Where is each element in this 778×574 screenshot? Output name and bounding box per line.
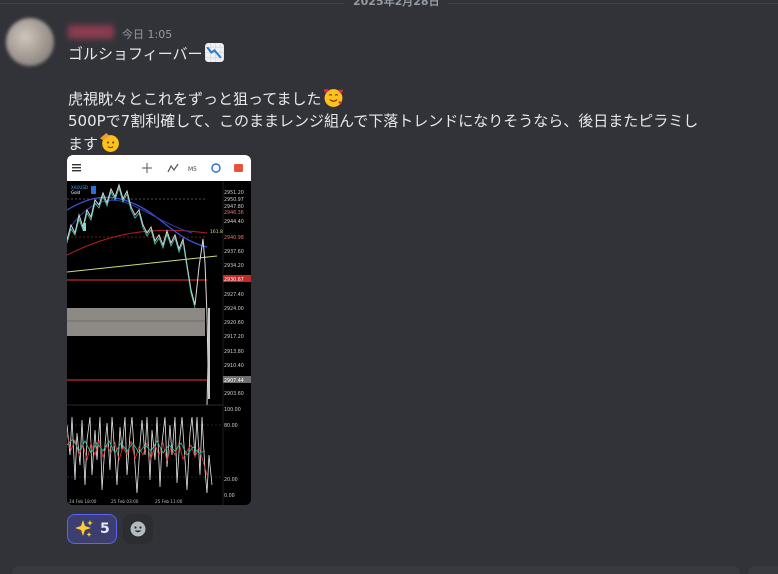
chart-decreasing-icon (204, 43, 224, 62)
fibo-level-label: 161.8 (210, 229, 223, 235)
price-label: 2940.98 (224, 235, 244, 241)
smiling-face-with-hearts-icon (323, 89, 343, 107)
time-label: 25 Feb 03:00 (111, 499, 139, 504)
osc-label: 80.00 (224, 423, 238, 429)
saluting-face-icon (100, 133, 119, 152)
add-reaction-button[interactable] (123, 514, 153, 544)
price-label: 2947.80 (224, 204, 244, 210)
message-text: ゴルショフィーバー (68, 45, 203, 63)
message-line-1: ゴルショフィーバー (68, 42, 225, 65)
message-text: 虎視眈々とこれをずっと狙ってました (68, 90, 322, 108)
price-label: 2907.44 (224, 378, 244, 384)
symbol-sub-label: Gold (71, 190, 81, 195)
sparkles-icon (75, 520, 93, 537)
price-label: 2930.67 (224, 277, 244, 283)
price-label: 2924.00 (224, 306, 244, 312)
add-reaction-icon (130, 521, 146, 537)
menu-icon (72, 164, 81, 172)
trade-icon (234, 164, 243, 172)
price-label: 2944.40 (224, 219, 244, 225)
trading-chart: M5 XAUUSD Gold 161.8 2951.20 2950.97 294… (67, 155, 251, 505)
reaction-sparkles[interactable]: 5 (67, 514, 117, 544)
price-label: 2937.60 (224, 249, 244, 255)
price-label: 2934.20 (224, 263, 244, 269)
message-line-4: ます (68, 132, 120, 155)
price-label: 2917.20 (224, 334, 244, 340)
username-redacted[interactable] (68, 25, 114, 39)
message-composer[interactable] (12, 566, 740, 574)
time-label: 24 Feb 18:00 (69, 499, 97, 504)
message-line-3: 500Pで7割利確して、このままレンジ組んで下落トレンドになりそうなら、後日また… (68, 112, 699, 130)
price-label: 2913.80 (224, 349, 244, 355)
date-divider-label: 2025年2月28日 (345, 0, 448, 9)
price-label: 2951.20 (224, 190, 244, 196)
price-label: 2950.97 (224, 197, 244, 203)
message-line-2: 虎視眈々とこれをずっと狙ってました (68, 87, 344, 110)
composer-side-panel (748, 566, 778, 574)
osc-label: 0.00 (224, 493, 235, 499)
price-label: 2910.40 (224, 363, 244, 369)
date-divider: 2025年2月28日 (0, 0, 778, 9)
price-label: 2920.60 (224, 320, 244, 326)
price-label: 2927.40 (224, 292, 244, 298)
message-timestamp[interactable]: 今日 1:05 (122, 26, 172, 42)
chart-screenshot-attachment[interactable]: M5 XAUUSD Gold 161.8 2951.20 2950.97 294… (67, 155, 251, 505)
timeframe-label: M5 (188, 166, 197, 173)
time-label: 25 Feb 11:00 (155, 499, 183, 504)
reaction-count: 5 (100, 521, 110, 537)
price-label: 2946.36 (224, 210, 244, 216)
avatar[interactable] (6, 18, 54, 66)
osc-label: 100.00 (224, 407, 241, 413)
price-label: 2903.60 (224, 391, 244, 397)
osc-label: 20.00 (224, 477, 238, 483)
message-text: ます (68, 135, 99, 153)
